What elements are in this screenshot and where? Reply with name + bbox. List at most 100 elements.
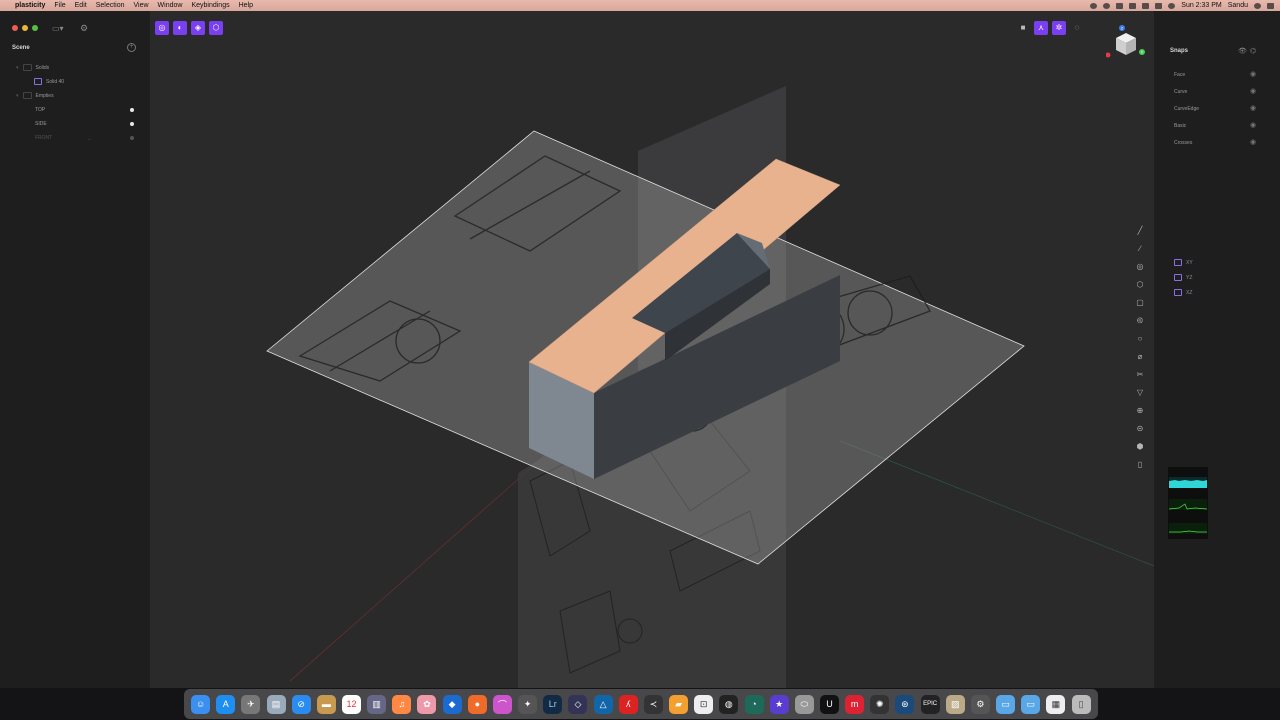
calendar-icon[interactable]: 12 (342, 694, 362, 714)
control-center-icon[interactable] (1155, 2, 1163, 9)
add-item-icon[interactable]: + (127, 43, 136, 52)
unreal-icon[interactable]: U (819, 694, 839, 714)
music-icon[interactable]: ♫ (392, 694, 412, 714)
stop-square-icon[interactable]: ■ (1016, 21, 1030, 35)
filter-icon[interactable]: ▽ (1134, 387, 1146, 399)
trash-icon[interactable]: ▯ (1071, 694, 1091, 714)
menu-view[interactable]: View (134, 2, 149, 9)
spotlight-icon[interactable] (1254, 2, 1261, 9)
preview-doc-icon[interactable]: ▦ (1046, 694, 1066, 714)
snap-crosses[interactable]: Crosses (1174, 140, 1192, 146)
clip-icon[interactable]: ⊡ (694, 694, 714, 714)
visibility-icon[interactable] (130, 108, 134, 112)
folder-menu-icon[interactable]: ▭▾ (52, 24, 64, 33)
visibility-icon[interactable] (130, 136, 134, 140)
menu-selection[interactable]: Selection (96, 2, 125, 9)
tree-item-solid[interactable]: Solid 40 (34, 78, 64, 85)
firefox-icon[interactable]: ● (467, 694, 487, 714)
activity-icon[interactable]: ◍ (719, 694, 739, 714)
hex-icon[interactable]: ⬢ (1134, 441, 1146, 453)
visual-studio-icon[interactable]: ≺ (643, 694, 663, 714)
gear-icon[interactable]: ⚙ (80, 23, 88, 34)
bluetooth-icon[interactable] (1116, 2, 1124, 9)
finalcut-icon[interactable]: ◇ (568, 694, 588, 714)
menu-keybindings[interactable]: Keybindings (191, 2, 229, 9)
face-select-icon[interactable]: ◈ (191, 21, 205, 35)
phone-icon[interactable]: ▯ (1134, 459, 1146, 471)
scissors-icon[interactable]: ✂ (1134, 369, 1146, 381)
close-window-button[interactable] (12, 25, 18, 31)
affinity-icon[interactable]: ◆ (442, 694, 462, 714)
spiral-icon[interactable]: ࿋ (1134, 315, 1146, 327)
documents-folder-icon[interactable]: ▭ (1021, 694, 1041, 714)
menu-plasticity[interactable]: plasticity (15, 2, 45, 9)
edge-select-icon[interactable]: ◐ (173, 21, 187, 35)
x-axis-icon[interactable] (1106, 52, 1111, 58)
tree-item-front[interactable]: FRONT (35, 135, 52, 141)
sphere-icon[interactable]: ○ (1134, 333, 1146, 345)
photos-icon[interactable]: ✿ (417, 694, 437, 714)
battery-icon[interactable] (1142, 2, 1150, 9)
preview-icon[interactable]: ▤ (266, 694, 286, 714)
solid-select-icon[interactable]: ⬡ (209, 21, 223, 35)
plane-yz[interactable]: YZ (1174, 274, 1192, 281)
affinity-designer-icon[interactable]: △ (593, 694, 613, 714)
epic-games-icon[interactable]: EPIC (920, 694, 940, 714)
settings-icon[interactable]: ⚙ (970, 694, 990, 714)
scripts-icon[interactable]: ▨ (945, 694, 965, 714)
snap-curve[interactable]: Curve (1174, 89, 1187, 95)
files-icon[interactable]: ▥ (367, 694, 387, 714)
siri-icon[interactable] (1168, 2, 1176, 9)
menu-file[interactable]: File (54, 2, 65, 9)
imovie-icon[interactable]: ★ (769, 694, 789, 714)
overlay-icon[interactable]: ◌ (1070, 21, 1084, 35)
eye-icon[interactable]: ◉ (1250, 70, 1256, 78)
safari-icon[interactable]: ⊘ (291, 694, 311, 714)
line-icon[interactable]: ╱ (1134, 225, 1146, 237)
render-mode-icon[interactable]: ✲ (1052, 21, 1066, 35)
curve-icon[interactable]: ∕ (1134, 243, 1146, 255)
chatgpt-icon[interactable]: ✺ (870, 694, 890, 714)
finder-icon[interactable]: ☺ (191, 694, 211, 714)
circle-icon[interactable]: ◎ (1134, 261, 1146, 273)
lightroom-icon[interactable]: Lr (543, 694, 563, 714)
time-machine-icon[interactable] (1103, 2, 1111, 9)
fullscreen-window-button[interactable] (32, 25, 38, 31)
snap-toggle-icon[interactable]: ⌬ (1250, 47, 1256, 55)
downloads-folder-icon[interactable]: ▭ (996, 694, 1016, 714)
plane-xy[interactable]: XY (1174, 259, 1193, 266)
polygon-icon[interactable]: ⬡ (1134, 279, 1146, 291)
menu-help[interactable]: Help (239, 2, 253, 9)
blender-icon[interactable]: ✦ (518, 694, 538, 714)
vertex-select-icon[interactable]: ◎ (155, 21, 169, 35)
snap-face[interactable]: Face (1174, 72, 1185, 78)
tree-item-side[interactable]: SIDE (35, 121, 47, 127)
arc-icon[interactable]: ⌒ (492, 694, 512, 714)
notes-folder-icon[interactable]: ▬ (316, 694, 336, 714)
record-icon[interactable] (1090, 2, 1098, 9)
viewport[interactable]: ◎ ◐ ◈ ⬡ ■ ⋏ ✲ ◌ Z Y ╱ ∕ ◎ ⬡ ▢ ࿋ ○ ⌀ ✂ ▽ … (150, 11, 1154, 688)
tree-group-empties[interactable]: ▾ Empties (16, 92, 54, 99)
view-cube[interactable]: Z Y (1106, 25, 1146, 65)
notification-icon[interactable] (1267, 2, 1274, 9)
menu-window[interactable]: Window (158, 2, 183, 9)
mimestream-icon[interactable]: m (845, 694, 865, 714)
eye-icon[interactable]: ◉ (1250, 104, 1256, 112)
launchpad-icon[interactable]: ✈ (241, 694, 261, 714)
orthographic-icon[interactable]: ⋏ (1034, 21, 1048, 35)
snap-curveedge[interactable]: CurveEdge (1174, 106, 1199, 112)
clock[interactable]: Sun 2:33 PM (1181, 2, 1221, 9)
steam-icon[interactable]: ◔ (744, 694, 764, 714)
minimize-window-button[interactable] (22, 25, 28, 31)
globe-icon[interactable]: ⊕ (1134, 405, 1146, 417)
eye-icon[interactable]: 👁 (1238, 47, 1247, 55)
snap-basic[interactable]: Basic (1174, 123, 1186, 129)
visibility-icon[interactable] (130, 122, 134, 126)
tree-item-top[interactable]: TOP (35, 107, 45, 113)
paperclip-icon[interactable]: ⌀ (1134, 351, 1146, 363)
eye-icon[interactable]: ◉ (1250, 121, 1256, 129)
wifi-icon[interactable] (1129, 2, 1137, 9)
eye-icon[interactable]: ◉ (1250, 87, 1256, 95)
acrobat-icon[interactable]: ʎ (618, 694, 638, 714)
plane-xz[interactable]: XZ (1174, 289, 1192, 296)
